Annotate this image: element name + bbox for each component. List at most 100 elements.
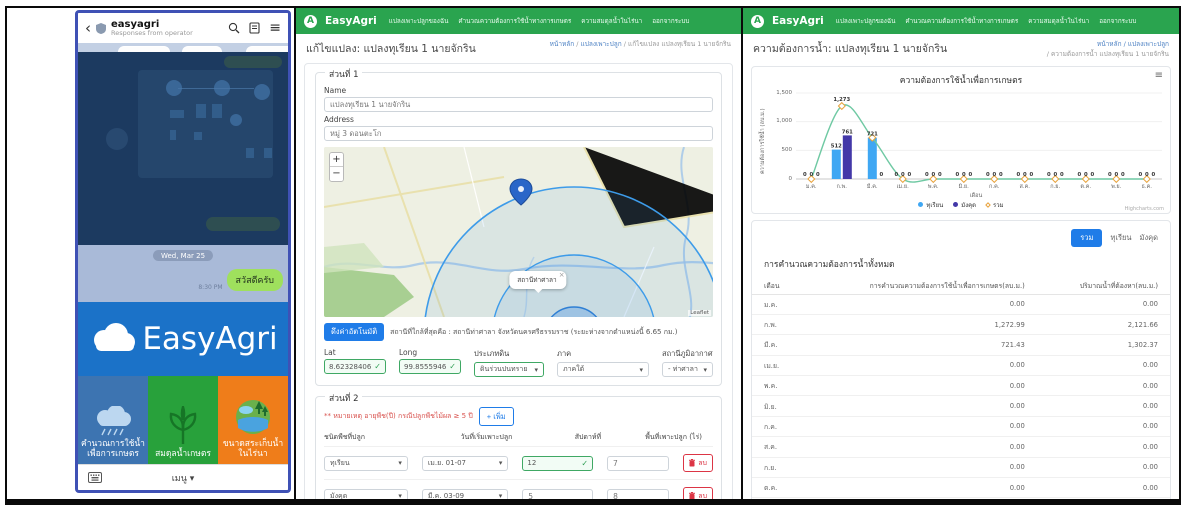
menu-icon[interactable]: ≡ — [269, 21, 281, 35]
nav-item-water-balance[interactable]: ความสมดุลน้ำในไร่นา — [1028, 16, 1089, 26]
svg-text:0: 0 — [1023, 172, 1027, 178]
breadcrumb-home[interactable]: หน้าหลัก — [550, 40, 575, 48]
chevron-down-icon: ▾ — [534, 365, 538, 374]
tile-label: สมดุลน้ำเกษตร — [155, 449, 211, 460]
easyagri-logo-icon: A — [304, 14, 317, 28]
highcharts-credit[interactable]: Highcharts.com — [1125, 206, 1164, 212]
nav-item-plots[interactable]: แปลงเพาะปลูกของฉัน — [836, 16, 896, 26]
nav-item-logout[interactable]: ออกจากระบบ — [652, 16, 689, 26]
plant-date-select[interactable]: เม.ย. 01-07 ▾ — [421, 455, 509, 471]
svg-text:0: 0 — [816, 172, 820, 178]
week-input[interactable]: 5 — [522, 488, 594, 499]
x-tick-label: ส.ค. — [1019, 183, 1031, 190]
delete-crop-button[interactable]: ลบ — [683, 487, 714, 499]
toggle-mangosteen-button[interactable]: มังคุด — [1140, 232, 1159, 244]
lat-input[interactable]: 8.62328406364 ✓ — [324, 359, 386, 374]
nav-item-water-calc[interactable]: คำนวณความต้องการใช้น้ำทางการเกษตร — [458, 16, 571, 26]
week-input[interactable]: 12 ✓ — [522, 455, 594, 471]
breadcrumb-current: / ความต้องการน้ำ แปลงทุเรียน 1 นายจักริน — [1046, 49, 1169, 58]
crop-select[interactable]: มังคุด ▾ — [324, 488, 408, 499]
richmenu-tiles: คำนวณการใช้น้ำ เพื่อการเกษตร สมดุลน้ำเกษ… — [78, 376, 288, 464]
left-cell: ‹ easyagri Responses from operator ≡ Wed… — [7, 8, 294, 499]
nav-item-water-calc[interactable]: คำนวณความต้องการใช้น้ำทางการเกษตร — [905, 16, 1018, 26]
delete-crop-button[interactable]: ลบ — [683, 454, 713, 472]
easyagri-banner[interactable]: EasyAgri — [78, 302, 288, 376]
shared-image-dimmed[interactable] — [78, 52, 288, 245]
tile-water-balance[interactable]: สมดุลน้ำเกษตร — [148, 376, 218, 464]
tile-water-calc[interactable]: คำนวณการใช้น้ำ เพื่อการเกษตร — [78, 376, 148, 464]
x-tick-label: ก.ค. — [988, 183, 1000, 190]
close-icon[interactable]: × — [559, 271, 565, 279]
section-1-legend: ส่วนที่ 1 — [325, 67, 363, 81]
breadcrumb-parent[interactable]: แปลงเพาะปลูก — [581, 40, 622, 48]
y-tick-label: 0 — [788, 175, 793, 182]
chat-title-block: easyagri Responses from operator — [111, 19, 223, 37]
back-icon[interactable]: ‹ — [85, 20, 91, 36]
climate-station-select[interactable]: - ท่าศาลา ▾ — [662, 362, 713, 377]
form-section-2: ส่วนที่ 2 ** หมายเหตุ อายุพืช(ปี) กรณีปล… — [315, 391, 722, 499]
y-tick-label: 1,000 — [776, 118, 792, 125]
shield-badge-icon — [96, 22, 106, 34]
navbar-brand[interactable]: EasyAgri — [772, 15, 824, 27]
easyagri-logo-icon: A — [751, 14, 764, 28]
tile-pond-size[interactable]: ขนาดสระเก็บน้ำ ในไร่นา — [218, 376, 288, 464]
nav-item-logout[interactable]: ออกจากระบบ — [1099, 16, 1136, 26]
richmenu-toggle[interactable]: เมนู ▾ — [78, 471, 288, 485]
svg-text:0: 0 — [992, 172, 996, 178]
section-2-legend: ส่วนที่ 2 — [325, 391, 363, 405]
table-row: มิ.ย. 0.00 0.00 — [752, 395, 1170, 417]
notes-icon[interactable] — [249, 22, 260, 34]
nav-item-water-balance[interactable]: ความสมดุลน้ำในไร่นา — [581, 16, 642, 26]
auto-fetch-button[interactable]: ดึงค่าอัตโนมัติ — [324, 323, 385, 341]
svg-text:0: 0 — [901, 172, 905, 178]
area-input[interactable]: 8 — [607, 488, 670, 499]
navbar-brand[interactable]: EasyAgri — [325, 15, 377, 27]
top-navbar: A EasyAgri แปลงเพาะปลูกของฉัน คำนวณความต… — [296, 8, 741, 34]
crop-type-header: ชนิดพืชที่ปลูก — [324, 433, 366, 441]
legend-item[interactable]: รวม — [985, 200, 1004, 210]
crop-select[interactable]: ทุเรียน ▾ — [324, 455, 408, 471]
chart-legend[interactable]: ทุเรียน มังคุด รวม — [758, 200, 1164, 210]
trash-icon — [689, 492, 696, 499]
breadcrumb: หน้าหลัก / แปลงเพาะปลูก / ความต้องการน้ำ… — [1047, 40, 1169, 60]
region-select[interactable]: ภาคใต้ ▾ — [557, 362, 649, 377]
search-icon[interactable] — [228, 22, 240, 34]
add-crop-button[interactable]: + เพิ่ม — [478, 407, 514, 426]
table-row: ม.ค. 0.00 0.00 — [752, 294, 1170, 315]
nav-item-plots[interactable]: แปลงเพาะปลูกของฉัน — [389, 16, 449, 26]
zoom-in-button[interactable]: + — [330, 153, 343, 167]
table-title: การคำนวณความต้องการน้ำทั้งหมด — [764, 259, 895, 270]
toggle-total-button[interactable]: รวม — [1071, 228, 1103, 247]
valid-check-icon: ✓ — [581, 458, 589, 468]
page-title: ความต้องการน้ำ: แปลงทุเรียน 1 นายจักริน — [753, 43, 948, 55]
x-axis-title: เดือน — [969, 192, 983, 199]
area-input[interactable]: 7 — [607, 455, 670, 471]
map-attribution[interactable]: Leaflet — [688, 310, 711, 316]
table-row: พ.ค. 0.00 0.00 — [752, 375, 1170, 397]
long-input[interactable]: 99.8555946350 ✓ — [399, 359, 461, 374]
legend-item[interactable]: ทุเรียน — [918, 200, 943, 210]
soil-type-select[interactable]: ดินร่วนปนทราย ▾ — [474, 362, 544, 377]
address-input[interactable]: หมู่ 3 ดอนตะโก — [324, 126, 713, 141]
toggle-durian-button[interactable]: ทุเรียน — [1110, 232, 1131, 244]
svg-text:0: 0 — [879, 172, 883, 178]
quick-reply-strip — [78, 43, 288, 52]
x-tick-label: พ.ย. — [1111, 183, 1122, 190]
leaflet-map[interactable]: + − สถานีท่าศาลา × Leaflet — [324, 147, 713, 317]
banner-brand: EasyAgri — [142, 321, 278, 357]
breadcrumb-links[interactable]: หน้าหลัก / แปลงเพาะปลูก — [1097, 40, 1169, 48]
name-input[interactable]: แปลงทุเรียน 1 นายจักริน — [324, 97, 713, 112]
y-axis-title: ความต้องการใช้น้ำ (ลบ.ม.) — [760, 107, 766, 174]
svg-text:0: 0 — [931, 172, 935, 178]
svg-text:0: 0 — [1145, 172, 1149, 178]
dim-message-bubble — [206, 217, 280, 231]
chart-context-menu-icon[interactable]: ≡ — [1155, 70, 1163, 81]
svg-text:0: 0 — [925, 172, 929, 178]
svg-text:512: 512 — [831, 143, 842, 149]
chevron-down-icon: ▾ — [498, 492, 503, 499]
legend-item[interactable]: มังคุด — [953, 200, 976, 210]
address-label: Address — [324, 115, 354, 124]
zoom-out-button[interactable]: − — [330, 167, 343, 181]
svg-text:0: 0 — [803, 172, 807, 178]
plant-date-select[interactable]: มี.ค. 03-09 ▾ — [421, 488, 509, 499]
